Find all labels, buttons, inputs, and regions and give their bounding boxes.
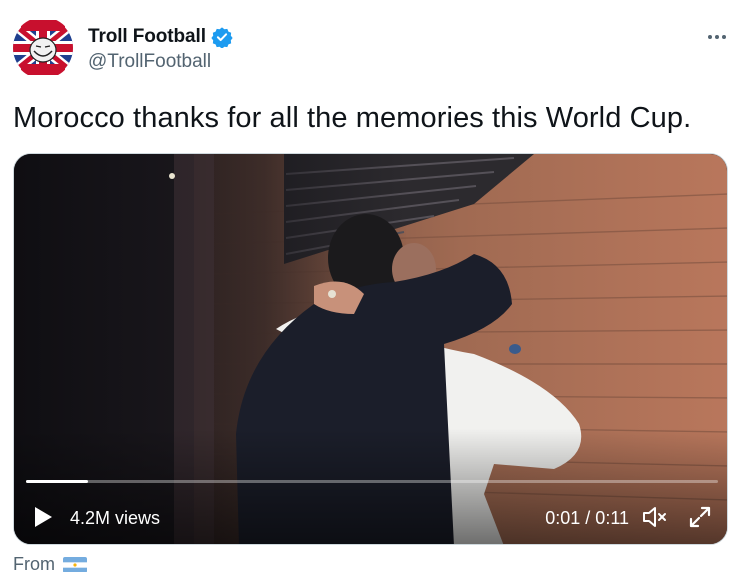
muted-speaker-icon[interactable] [641, 504, 669, 530]
video-source: From [13, 554, 87, 572]
video-time: 0:01 / 0:11 [545, 508, 629, 528]
argentina-flag-icon[interactable] [63, 556, 87, 572]
play-icon[interactable] [30, 504, 56, 530]
video-player[interactable]: 4.2M views 0:01 / 0:11 [13, 153, 728, 545]
display-name[interactable]: Troll Football [88, 26, 206, 48]
video-progress-fill [26, 480, 89, 483]
avatar[interactable] [12, 17, 74, 79]
from-label: From [13, 554, 55, 572]
author-block: Troll Football @TrollFootball [88, 24, 233, 73]
more-options-icon[interactable] [704, 24, 730, 50]
union-jack-troll-face-icon [12, 17, 74, 79]
video-progress-bar[interactable] [26, 480, 718, 483]
dot [708, 35, 712, 39]
tweet: Troll Football @TrollFootball Morocco th… [0, 0, 750, 572]
handle[interactable]: @TrollFootball [88, 51, 233, 73]
dot [722, 35, 726, 39]
name-row: Troll Football [88, 24, 233, 50]
verified-badge-icon [211, 27, 233, 48]
dot [715, 35, 719, 39]
view-count: 4.2M views [70, 508, 161, 528]
video-frame [14, 154, 727, 544]
fullscreen-icon[interactable] [687, 504, 713, 530]
video-controls: 4.2M views 0:01 / 0:11 [14, 494, 727, 540]
tweet-text: Morocco thanks for all the memories this… [13, 102, 692, 134]
